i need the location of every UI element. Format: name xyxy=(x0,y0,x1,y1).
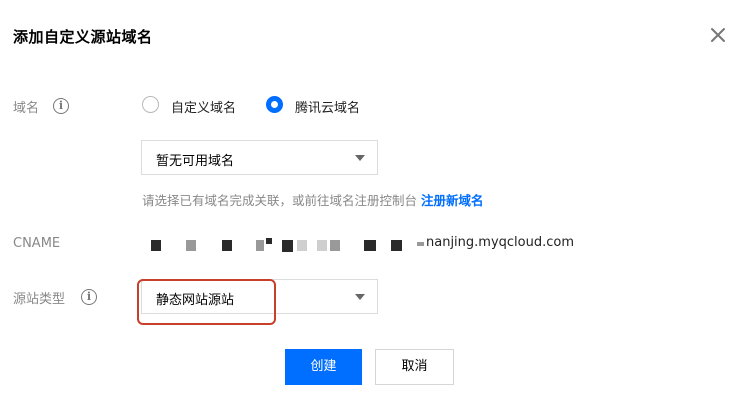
chevron-down-icon xyxy=(355,155,365,161)
domain-label: 域名 xyxy=(13,101,40,116)
domain-select-value: 暂无可用域名 xyxy=(156,154,235,169)
origin-type-select[interactable]: 静态网站源站 xyxy=(141,279,378,314)
radio-custom-domain-label[interactable]: 自定义域名 xyxy=(171,97,236,116)
domain-hint: 请选择已有域名完成关联，或前往域名注册控制台 注册新域名 xyxy=(142,190,484,209)
info-icon[interactable]: i xyxy=(53,98,69,114)
info-icon[interactable]: i xyxy=(81,289,97,305)
origin-type-select-value: 静态网站源站 xyxy=(156,293,235,308)
cname-value: nanjing.myqcloud.com xyxy=(426,235,575,250)
radio-custom-domain[interactable] xyxy=(142,96,159,113)
register-new-domain-link[interactable]: 注册新域名 xyxy=(421,193,484,208)
close-icon[interactable] xyxy=(708,25,728,45)
add-custom-origin-domain-dialog: 添加自定义源站域名 域名 i 自定义域名 腾讯云域名 暂无可用域名 请选择已有域… xyxy=(0,0,743,400)
origin-type-label: 源站类型 xyxy=(13,292,66,307)
create-button[interactable]: 创建 xyxy=(285,349,362,385)
dialog-title: 添加自定义源站域名 xyxy=(13,28,153,46)
domain-select[interactable]: 暂无可用域名 xyxy=(141,140,378,175)
radio-tencent-cloud-domain[interactable] xyxy=(266,96,283,113)
domain-hint-text: 请选择已有域名完成关联，或前往域名注册控制台 xyxy=(142,193,418,208)
cancel-button[interactable]: 取消 xyxy=(375,349,454,385)
radio-tencent-cloud-domain-label[interactable]: 腾讯云域名 xyxy=(295,97,360,116)
cname-label: CNAME xyxy=(13,236,61,251)
chevron-down-icon xyxy=(355,294,365,300)
